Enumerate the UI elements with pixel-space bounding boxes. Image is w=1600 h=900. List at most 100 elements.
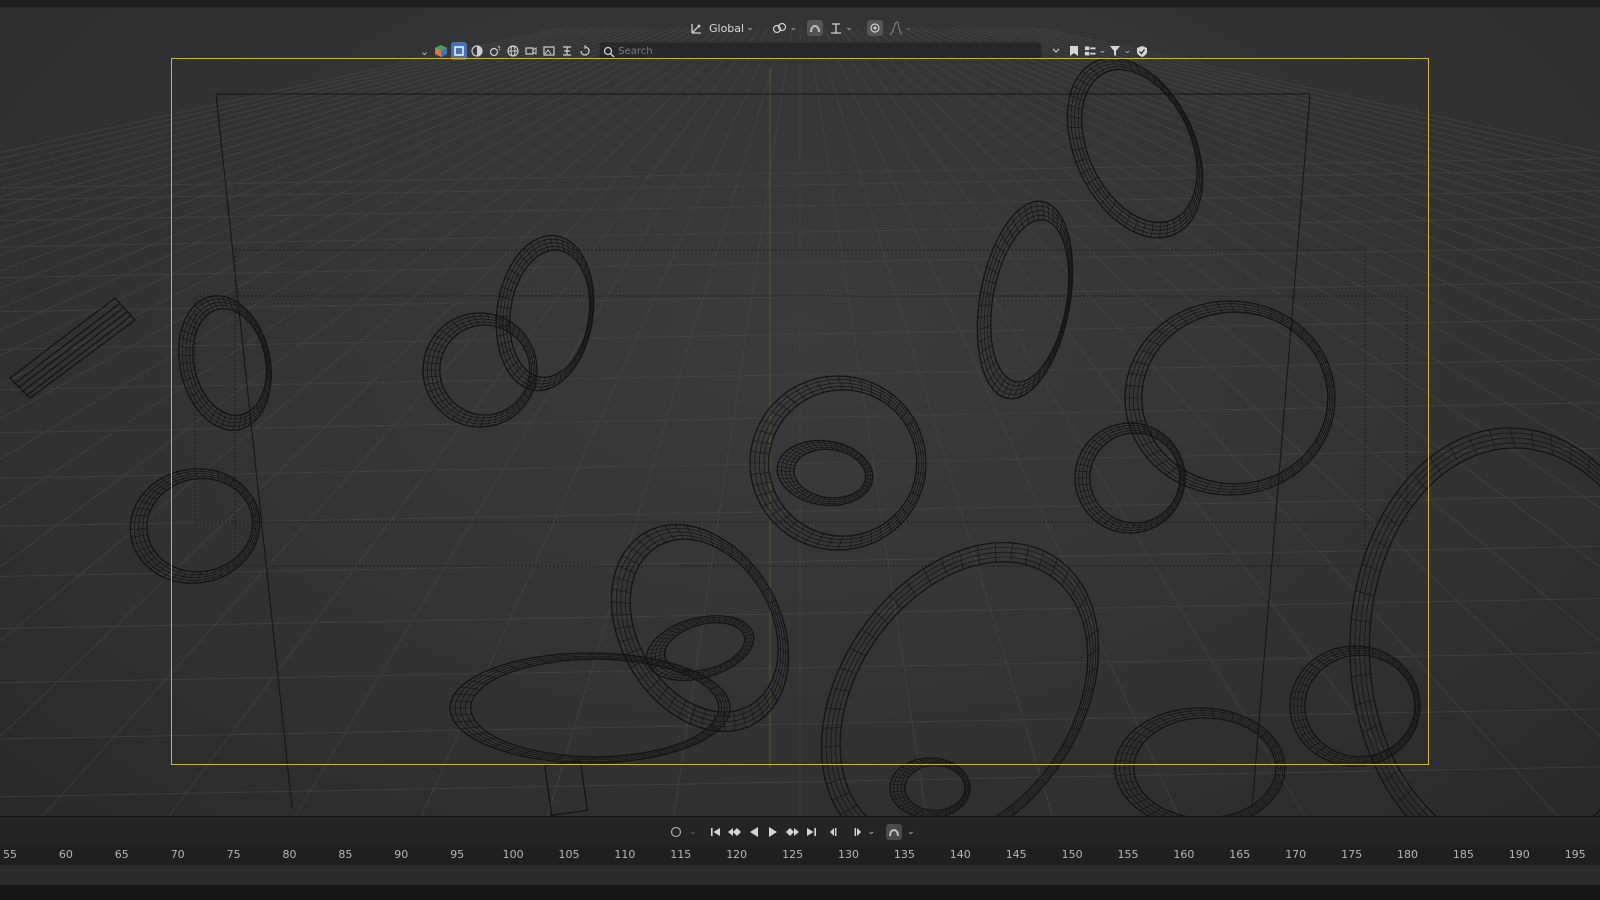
camera-object [194,68,1408,809]
frame-tick-65: 65 [114,848,129,861]
record-icon [670,826,682,838]
frame-tick-190: 190 [1508,848,1530,861]
light-icon[interactable] [487,42,503,60]
play-reverse-button[interactable] [746,824,762,840]
chevron-down-icon[interactable]: ⌄ [907,827,915,837]
frame-tick-165: 165 [1229,848,1251,861]
jump-to-start-button[interactable] [708,824,724,840]
sphere-icon[interactable] [469,42,485,60]
frame-tick-170: 170 [1285,848,1307,861]
empty-icon[interactable] [559,42,575,60]
chevron-down-icon[interactable] [1048,42,1064,60]
keyframe-track[interactable] [0,865,1600,885]
snap-icon [807,20,824,36]
viewport-header-row2: ⌄ Search ⌄ ⌄ [418,40,1150,62]
next-keyframe-button[interactable] [784,824,800,840]
frame-tick-85: 85 [338,848,353,861]
other-icon[interactable] [577,42,593,60]
frame-tick-100: 100 [502,848,524,861]
pivot-point-dropdown[interactable]: ⌄ [772,18,798,38]
prev-keyframe-icon [727,828,741,836]
frame-tick-155: 155 [1117,848,1139,861]
frame-tick-70: 70 [170,848,185,861]
timeline-snap-toggle[interactable] [886,824,903,840]
frame-tick-95: 95 [450,848,465,861]
snap-icon [886,824,903,840]
filter-icon [1110,46,1121,56]
snap-target-icon [829,21,843,35]
frame-tick-135: 135 [893,848,915,861]
jump-prev-icon [829,828,836,836]
filter-dropdown[interactable]: ⌄ [1108,42,1132,60]
transform-orientation-icon [690,21,704,35]
world-icon[interactable] [505,42,521,60]
chevron-down-icon: ⌄ [1098,46,1107,56]
playback-controls: ⌄ ⌄ ⌄ [668,823,915,841]
frame-ruler[interactable]: 55 60 65 70 75 80 85 90 95 100 105 110 115 120 125 130 1… [0,843,1600,865]
jump-prev-keyframe-button[interactable] [828,824,844,840]
frame-tick-145: 145 [1005,848,1027,861]
next-keyframe-icon [785,828,799,836]
search-placeholder: Search [618,45,653,57]
chevron-down-icon: ⌄ [845,23,853,33]
frame-tick-105: 105 [558,848,580,861]
search-input[interactable]: Search [599,42,1043,60]
proportional-editing-toggle[interactable] [866,18,883,38]
prev-keyframe-button[interactable] [727,824,743,840]
chevron-down-icon[interactable]: ⌄ [420,45,429,58]
frame-tick-185: 185 [1452,848,1474,861]
frame-tick-90: 90 [394,848,409,861]
frame-tick-195: 195 [1564,848,1586,861]
chevron-down-icon: ⌄ [904,23,913,33]
frame-tick-180: 180 [1397,848,1418,861]
frame-tick-75: 75 [226,848,241,861]
bookmark-icon[interactable] [1066,42,1082,60]
blender-window: Global ⌄ ⌄ ⌄ ⌄ ⌄ Search ⌄ ⌄ ⌄ ⌄ ⌄ 55 60 … [0,0,1600,900]
solid-select-icon[interactable] [451,42,468,60]
jump-to-end-button[interactable] [803,824,819,840]
timeline-editor: ⌄ ⌄ ⌄ 55 60 65 70 75 80 85 90 95 100 105… [0,816,1600,900]
frame-tick-125: 125 [782,848,804,861]
chevron-down-icon[interactable]: ⌄ [868,827,876,837]
chevron-down-icon: ⌄ [789,23,798,33]
auto-keying-toggle[interactable] [668,824,684,840]
frame-tick-140: 140 [949,848,971,861]
frame-tick-130: 130 [838,848,859,861]
shield-icon[interactable] [1134,42,1150,60]
play-button[interactable] [765,824,781,840]
jump-next-keyframe-button[interactable] [847,824,863,840]
transform-orientation-dropdown[interactable]: Global ⌄ [690,18,754,38]
bar-object [9,297,588,816]
pivot-point-icon [772,21,788,35]
play-icon [768,827,777,837]
jump-next-icon [854,828,861,836]
top-strip [0,0,1600,8]
chevron-down-icon: ⌄ [1123,46,1131,56]
frame-tick-175: 175 [1341,848,1363,861]
play-reverse-icon [749,827,758,837]
display-mode-dropdown[interactable]: ⌄ [1084,42,1106,60]
jump-start-icon [710,828,720,836]
snap-toggle[interactable] [807,18,824,38]
chevron-down-icon: ⌄ [746,23,754,33]
camera-icon[interactable] [523,42,539,60]
frame-tick-160: 160 [1173,848,1195,861]
frame-tick-110: 110 [614,848,636,861]
frame-tick-55: 55 [3,848,17,861]
frame-tick-60: 60 [58,848,73,861]
chevron-down-icon[interactable]: ⌄ [689,827,697,837]
wireframe-scene [0,27,1600,816]
falloff-curve-icon [889,21,903,35]
image-icon[interactable] [541,42,557,60]
frame-tick-115: 115 [670,848,692,861]
proportional-editing-icon [866,20,883,36]
transform-orientation-label: Global [709,21,745,35]
search-icon [604,46,615,58]
timeline-footer [0,885,1600,900]
snap-target-dropdown[interactable]: ⌄ [829,18,853,38]
3d-viewport[interactable]: Global ⌄ ⌄ ⌄ ⌄ ⌄ Search ⌄ ⌄ [0,8,1600,816]
object-type-visibility-button[interactable] [433,42,449,60]
frame-tick-150: 150 [1061,848,1083,861]
jump-end-icon [806,828,816,836]
falloff-dropdown[interactable]: ⌄ [889,18,913,38]
